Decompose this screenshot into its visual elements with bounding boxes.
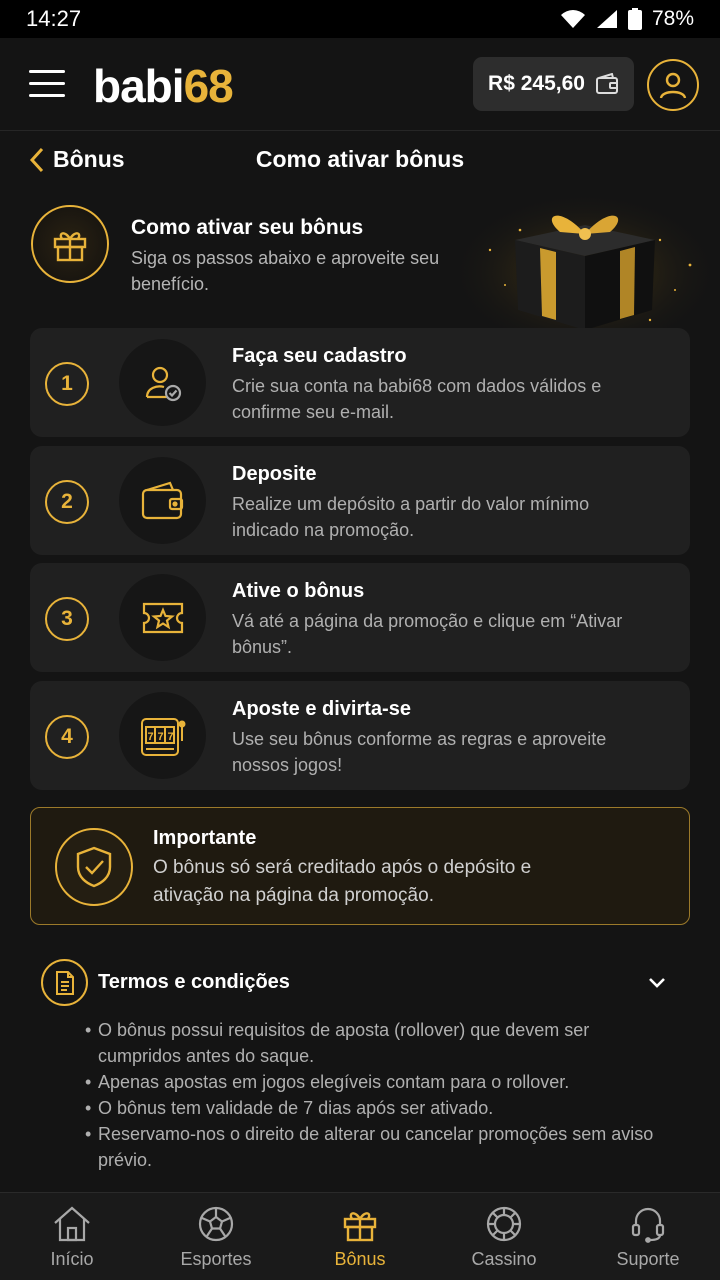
important-text: O bônus só será creditado após o depósit… (153, 857, 532, 906)
brand-logo[interactable]: babi68 (93, 59, 234, 113)
chevron-down-icon[interactable] (645, 971, 669, 995)
headset-icon (631, 1207, 665, 1243)
step-card: 4 7 7 7 Aposte e divirta-se Use seu bônu… (30, 681, 690, 790)
balance-button[interactable]: R$ 245,60 (473, 57, 634, 111)
nav-label: Início (50, 1249, 94, 1269)
status-icons: 78% (560, 7, 694, 31)
profile-button[interactable] (647, 59, 699, 111)
balance-amount: R$ 245,60 (488, 72, 585, 95)
wallet-icon (595, 73, 618, 94)
svg-text:7: 7 (147, 731, 153, 743)
step-number: 2 (45, 480, 89, 524)
app-header: babi68 R$ 245,60 (0, 38, 720, 131)
nav-item-esportes[interactable]: Esportes (144, 1193, 288, 1280)
shield-check-icon (76, 846, 112, 888)
intro-subtitle: Siga os passos abaixo e aproveite seu be… (131, 248, 440, 294)
gift-icon (53, 232, 87, 262)
signal-icon (596, 10, 617, 28)
nav-item-inicio[interactable]: Início (0, 1193, 144, 1280)
step-number: 4 (45, 715, 89, 759)
step-card: 3 Ative o bônus Vá até a página da promo… (30, 563, 690, 672)
gift-box-illustration (460, 190, 710, 340)
step-card: 1 Faça seu cadastro Crie sua conta na ba… (30, 328, 690, 437)
user-check-icon (145, 366, 181, 401)
terms-list: O bônus possui requisitos de aposta (rol… (85, 1017, 655, 1173)
soccer-ball-icon (198, 1206, 234, 1242)
step-title: Ative o bônus (232, 580, 365, 602)
step-description: Use seu bônus conforme as regras e aprov… (232, 729, 607, 775)
gift-icon-badge (31, 205, 109, 283)
step-number: 3 (45, 597, 89, 641)
terms-item: Reservamo-nos o direito de alterar ou ca… (85, 1121, 655, 1173)
status-bar: 14:27 78% (0, 0, 720, 38)
casino-chip-icon (486, 1206, 522, 1242)
nav-item-suporte[interactable]: Suporte (576, 1193, 720, 1280)
user-icon (659, 72, 687, 99)
step-number: 1 (45, 362, 89, 406)
terms-item: Apenas apostas em jogos elegíveis contam… (85, 1069, 655, 1095)
back-button[interactable]: Bônus (29, 146, 125, 173)
bottom-navigation: Início Esportes Bônus Cassino Suporte (0, 1192, 720, 1280)
chevron-left-icon (29, 147, 44, 172)
step-card: 2 Deposite Realize um depósito a partir … (30, 446, 690, 555)
status-time: 14:27 (26, 6, 82, 31)
battery-percent: 78% (651, 7, 694, 30)
nav-label: Suporte (616, 1249, 680, 1269)
wifi-icon (560, 10, 585, 28)
svg-text:7: 7 (157, 731, 163, 743)
step-title: Aposte e divirta-se (232, 698, 411, 720)
ticket-star-icon (142, 602, 183, 633)
important-title: Importante (153, 827, 257, 849)
step-description: Crie sua conta na babi68 com dados válid… (232, 376, 602, 422)
intro-title: Como ativar seu bônus (131, 216, 364, 239)
document-icon (55, 970, 74, 995)
svg-text:7: 7 (167, 731, 173, 743)
menu-button[interactable] (29, 70, 65, 98)
nav-label: Esportes (180, 1249, 252, 1269)
nav-label: Cassino (471, 1249, 537, 1269)
slot-machine-icon: 7 7 7 (140, 717, 185, 756)
battery-icon (627, 8, 642, 30)
terms-item: O bônus possui requisitos de aposta (rol… (85, 1017, 655, 1069)
nav-label: Bônus (334, 1249, 386, 1269)
important-notice: Importante O bônus só será creditado apó… (30, 807, 690, 925)
step-description: Realize um depósito a partir do valor mí… (232, 494, 590, 540)
document-icon-badge (41, 959, 88, 1006)
terms-item: O bônus tem validade de 7 dias após ser … (85, 1095, 655, 1121)
home-icon (54, 1206, 90, 1242)
step-description: Vá até a página da promoção e clique em … (232, 611, 623, 657)
nav-item-cassino[interactable]: Cassino (432, 1193, 576, 1280)
wallet-icon (141, 481, 183, 519)
back-label: Bônus (53, 146, 125, 172)
gift-icon (343, 1212, 377, 1242)
nav-item-bonus[interactable]: Bônus (288, 1193, 432, 1280)
step-title: Deposite (232, 463, 317, 485)
terms-title[interactable]: Termos e condições (98, 971, 290, 994)
step-title: Faça seu cadastro (232, 345, 407, 367)
